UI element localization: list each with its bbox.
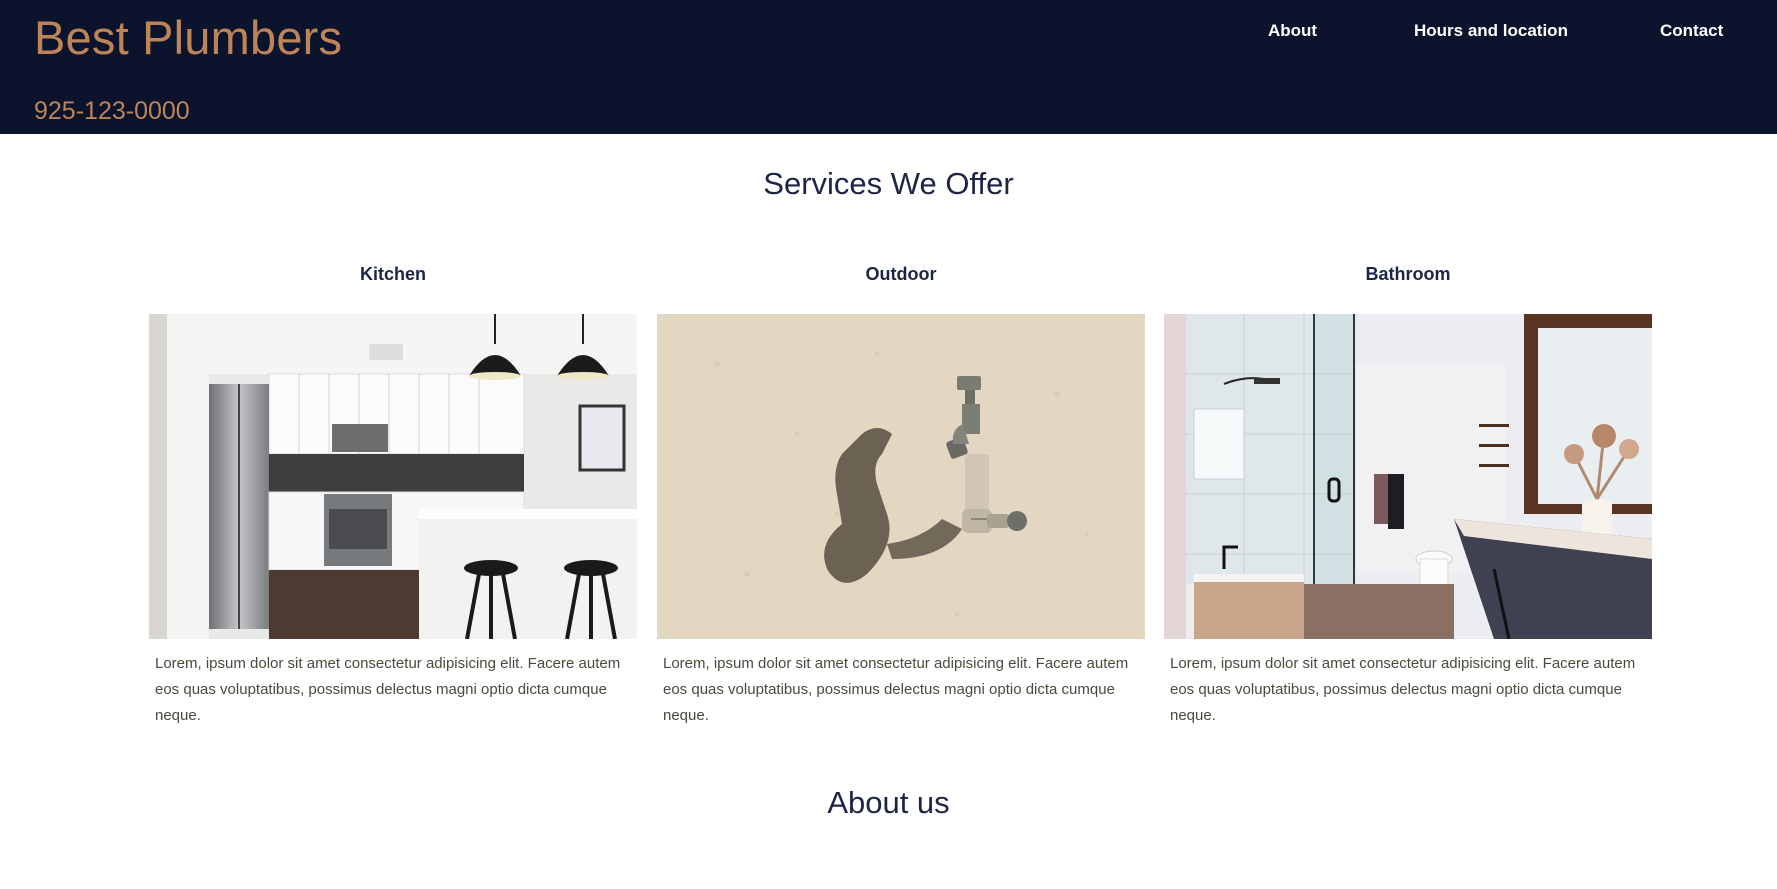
- bathroom-photo: [1164, 314, 1652, 639]
- about-title: About us: [827, 785, 950, 820]
- nav-link-contact[interactable]: Contact: [1660, 21, 1723, 41]
- service-card-title: Bathroom: [1365, 264, 1451, 284]
- service-card-bathroom: Bathroom Lorem, ipsum dolor sit amet con…: [1164, 264, 1652, 724]
- nav-link-hours-and-location[interactable]: Hours and location: [1414, 21, 1568, 41]
- service-card-outdoor: Outdoor Lorem, ipsum dolor sit amet cons…: [657, 264, 1145, 724]
- service-card-title: Outdoor: [865, 264, 937, 284]
- service-card-text: Lorem, ipsum dolor sit amet consectetur …: [663, 655, 1129, 724]
- service-card-text: Lorem, ipsum dolor sit amet consectetur …: [1170, 655, 1636, 724]
- main-nav: About Hours and location Contact: [0, 21, 1777, 51]
- service-card-title: Kitchen: [359, 264, 426, 284]
- service-card-kitchen: Kitchen Lorem, ipsum dolor sit amet cons…: [149, 264, 637, 724]
- kitchen-photo: [149, 314, 637, 639]
- phone-number[interactable]: 925-123-0000: [34, 97, 190, 126]
- services-title: Services We Offer: [763, 166, 1014, 201]
- service-card-text: Lorem, ipsum dolor sit amet consectetur …: [155, 655, 621, 724]
- nav-link-about[interactable]: About: [1268, 21, 1317, 41]
- outdoor-faucet-photo: [657, 314, 1145, 639]
- site-header: Best Plumbers 925-123-0000 About Hours a…: [0, 0, 1777, 134]
